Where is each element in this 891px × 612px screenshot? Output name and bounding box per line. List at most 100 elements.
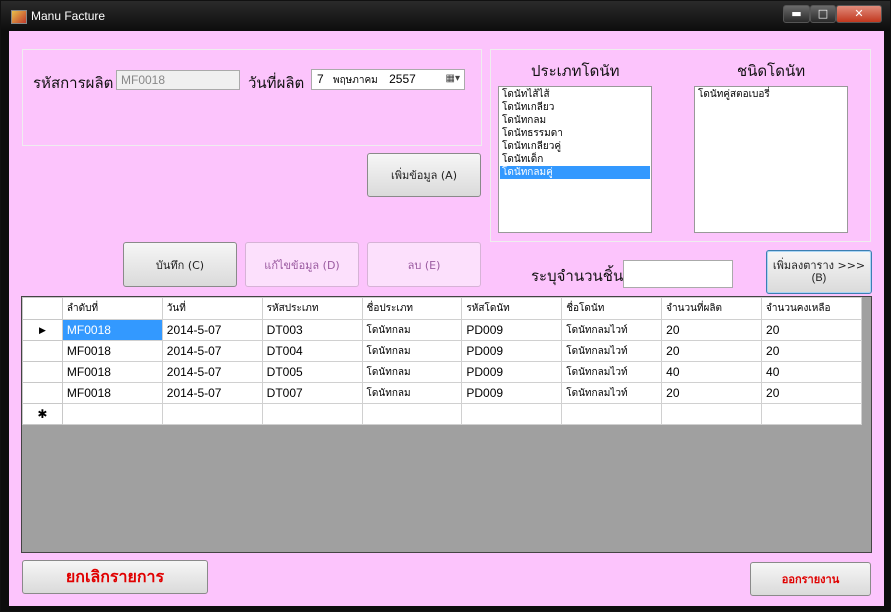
- column-header[interactable]: จำนวนคงเหลือ: [761, 297, 862, 320]
- row-header[interactable]: ▶: [22, 319, 63, 341]
- table-cell[interactable]: โดนัทกลม: [361, 382, 463, 404]
- table-cell[interactable]: DT007: [261, 382, 363, 404]
- report-label: ออกรายงาน: [781, 573, 840, 586]
- table-row[interactable]: MF0018 2014-5-07 DT004 โดนัทกลม PD009 โดนัทกล…: [22, 340, 862, 362]
- table-cell[interactable]: PD009: [461, 340, 563, 362]
- date-month: พฤษภาคม: [333, 75, 378, 86]
- table-cell[interactable]: 20: [761, 319, 862, 341]
- table-cell[interactable]: MF0018: [61, 361, 163, 383]
- report-button[interactable]: ออกรายงาน: [750, 562, 871, 596]
- table-cell[interactable]: PD009: [461, 319, 563, 341]
- table-cell[interactable]: 2014-5-07: [161, 361, 263, 383]
- maximize-button[interactable]: □: [810, 5, 836, 23]
- table-cell[interactable]: โดนัทกลมไวท์: [561, 319, 663, 341]
- app-window: Manu Facture ▬ □ ✕ รหัสการผลิต MF0018 วั…: [0, 0, 891, 612]
- production-code-label: รหัสการผลิต: [33, 74, 114, 92]
- grid-corner-cell[interactable]: [22, 297, 63, 320]
- row-header[interactable]: [22, 361, 63, 383]
- column-header[interactable]: จำนวนที่ผลิต: [661, 297, 763, 320]
- add-to-table-label: เพิ่มลงตาราง >>>: [772, 259, 866, 272]
- column-header[interactable]: ชื่อโดนัท: [561, 297, 663, 320]
- production-date-picker[interactable]: 7 พฤษภาคม 2557 ▦▾: [311, 69, 465, 90]
- type-item[interactable]: โดนัทคู่สตอเบอรี่: [696, 88, 846, 101]
- quantity-input[interactable]: [623, 260, 733, 288]
- cancel-order-button[interactable]: ยกเลิกรายการ: [22, 560, 208, 594]
- table-cell[interactable]: 20: [661, 319, 763, 341]
- table-cell[interactable]: 20: [761, 382, 862, 404]
- window-title: Manu Facture: [31, 9, 106, 23]
- table-cell[interactable]: โดนัทกลม: [361, 319, 463, 341]
- add-to-table-button[interactable]: เพิ่มลงตาราง >>> (B): [766, 250, 872, 294]
- column-header[interactable]: ชื่อประเภท: [361, 297, 463, 320]
- table-cell[interactable]: DT005: [261, 361, 363, 383]
- table-cell[interactable]: DT004: [261, 340, 363, 362]
- type-listbox[interactable]: โดนัทคู่สตอเบอรี่: [694, 86, 848, 233]
- table-cell[interactable]: 40: [761, 361, 862, 383]
- table-row[interactable]: MF0018 2014-5-07 DT007 โดนัทกลม PD009 โดนัทกล…: [22, 382, 862, 404]
- close-button[interactable]: ✕: [836, 5, 882, 23]
- table-cell[interactable]: 40: [661, 361, 763, 383]
- minimize-button[interactable]: ▬: [783, 5, 810, 23]
- form-client-area: รหัสการผลิต MF0018 วันที่ผลิต 7 พฤษภาคม …: [9, 31, 884, 606]
- date-year: 2557: [389, 72, 416, 86]
- production-code-field[interactable]: MF0018: [116, 70, 240, 90]
- grid-header-row: ลำดับที่ วันที่ รหัสประเภท ชื่อประเภท รหัสโด…: [22, 297, 862, 320]
- new-row-cell[interactable]: [461, 403, 563, 425]
- column-header[interactable]: วันที่: [161, 297, 263, 320]
- column-header[interactable]: ลำดับที่: [61, 297, 163, 320]
- category-item[interactable]: โดนัทเกลียวคู่: [500, 140, 650, 153]
- column-header[interactable]: รหัสประเภท: [261, 297, 363, 320]
- grid-table: ลำดับที่ วันที่ รหัสประเภท ชื่อประเภท รหัสโด…: [22, 297, 862, 425]
- new-row[interactable]: ✱: [22, 403, 862, 425]
- new-row-cell[interactable]: [61, 403, 163, 425]
- new-row-cell[interactable]: [561, 403, 663, 425]
- save-button[interactable]: บันทึก (C): [123, 242, 237, 287]
- row-header[interactable]: [22, 382, 63, 404]
- category-item[interactable]: โดนัทเด็ก: [500, 153, 650, 166]
- production-data-grid[interactable]: ลำดับที่ วันที่ รหัสประเภท ชื่อประเภท รหัสโด…: [21, 296, 872, 553]
- table-cell[interactable]: DT003: [261, 319, 363, 341]
- new-row-cell[interactable]: [161, 403, 263, 425]
- category-item[interactable]: โดนัทเกลียว: [500, 101, 650, 114]
- table-cell[interactable]: PD009: [461, 361, 563, 383]
- category-item[interactable]: โดนัทกลมคู่: [500, 166, 650, 179]
- table-cell[interactable]: MF0018: [61, 340, 163, 362]
- delete-button[interactable]: ลบ (E): [367, 242, 481, 287]
- edit-button[interactable]: แก้ไขข้อมูล (D): [245, 242, 359, 287]
- table-cell[interactable]: 20: [661, 382, 763, 404]
- new-row-cell[interactable]: [761, 403, 862, 425]
- title-bar[interactable]: Manu Facture ▬ □ ✕: [1, 1, 890, 31]
- production-info-group: [22, 49, 482, 146]
- table-cell[interactable]: 2014-5-07: [161, 319, 263, 341]
- table-cell[interactable]: โดนัทกลมไวท์: [561, 361, 663, 383]
- table-cell[interactable]: PD009: [461, 382, 563, 404]
- category-listbox[interactable]: โดนัทไส้ไส้ โดนัทเกลียว โดนัทกลม โดนัทธรรมด…: [498, 86, 652, 233]
- table-cell[interactable]: 2014-5-07: [161, 382, 263, 404]
- new-row-cell[interactable]: [261, 403, 363, 425]
- add-data-button[interactable]: เพิ่มข้อมูล (A): [367, 153, 481, 197]
- calendar-dropdown-icon[interactable]: ▦▾: [446, 73, 460, 84]
- table-cell[interactable]: 2014-5-07: [161, 340, 263, 362]
- table-row[interactable]: ▶ MF0018 2014-5-07 DT003 โดนัทกลม PD009 โดนัทก…: [22, 319, 862, 341]
- quantity-label: ระบุจำนวนชิ้น: [531, 267, 624, 285]
- category-item[interactable]: โดนัทธรรมดา: [500, 127, 650, 140]
- table-cell[interactable]: 20: [661, 340, 763, 362]
- table-cell[interactable]: โดนัทกลม: [361, 361, 463, 383]
- table-row[interactable]: MF0018 2014-5-07 DT005 โดนัทกลม PD009 โดนัทกล…: [22, 361, 862, 383]
- new-row-cell[interactable]: [661, 403, 763, 425]
- table-cell[interactable]: โดนัทกลม: [361, 340, 463, 362]
- table-cell[interactable]: โดนัทกลมไวท์: [561, 382, 663, 404]
- table-cell[interactable]: 20: [761, 340, 862, 362]
- table-cell[interactable]: MF0018: [61, 382, 163, 404]
- add-to-table-shortcut: (B): [811, 272, 827, 284]
- table-cell[interactable]: โดนัทกลมไวท์: [561, 340, 663, 362]
- category-item[interactable]: โดนัทไส้ไส้: [500, 88, 650, 101]
- production-date-label: วันที่ผลิต: [248, 74, 305, 92]
- column-header[interactable]: รหัสโดนัท: [461, 297, 563, 320]
- category-item[interactable]: โดนัทกลม: [500, 114, 650, 127]
- row-header[interactable]: [22, 340, 63, 362]
- new-row-header[interactable]: ✱: [22, 403, 63, 425]
- table-cell[interactable]: MF0018: [61, 319, 163, 341]
- new-row-cell[interactable]: [361, 403, 463, 425]
- date-day: 7: [317, 72, 324, 86]
